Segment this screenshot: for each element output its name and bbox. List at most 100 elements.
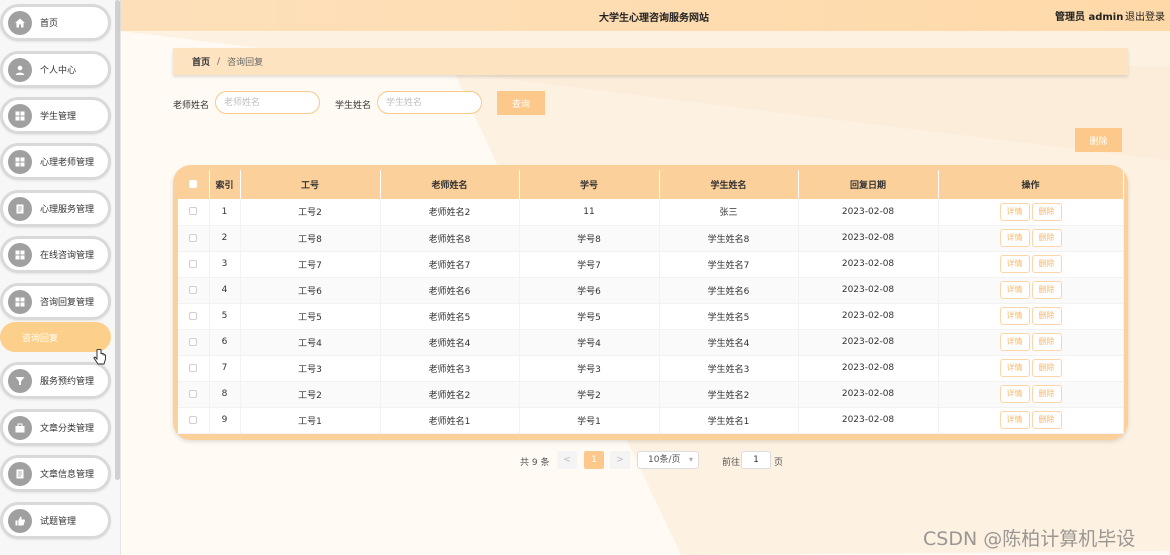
cell-student: 学生姓名3 [659, 355, 799, 382]
row-checkbox[interactable] [189, 363, 198, 372]
sidebar-item-2[interactable]: 学生管理 [0, 97, 111, 134]
row-actions: 详情 删除 [938, 225, 1124, 252]
pagination-prev-button[interactable]: < [557, 451, 577, 469]
detail-button[interactable]: 详情 [999, 411, 1030, 429]
sidebar-item-3[interactable]: 心理老师管理 [0, 143, 111, 180]
select-all-checkbox[interactable] [189, 180, 198, 188]
delete-button[interactable]: 删除 [1031, 307, 1062, 325]
row-select-cell[interactable] [178, 303, 210, 330]
detail-button[interactable]: 详情 [999, 359, 1030, 377]
submenu-item-consult-reply[interactable]: 咨询回复 [0, 322, 111, 352]
sidebar-item-label: 咨询回复管理 [40, 298, 95, 308]
column-header: 索引 [209, 170, 241, 199]
query-button[interactable]: 查询 [497, 91, 545, 115]
delete-button[interactable]: 删除 [1031, 411, 1062, 429]
row-select-cell[interactable] [178, 381, 210, 408]
teacher-name-input[interactable] [215, 91, 320, 114]
delete-button[interactable]: 删除 [1031, 255, 1062, 273]
delete-button[interactable]: 删除 [1031, 281, 1062, 299]
batch-delete-button[interactable]: 删除 [1075, 128, 1122, 152]
sidebar-item-4[interactable]: 心理服务管理 [0, 190, 111, 227]
cell-date: 2023-02-08 [798, 251, 939, 278]
detail-button[interactable]: 详情 [999, 307, 1030, 325]
detail-button[interactable]: 详情 [999, 385, 1030, 403]
row-select-cell[interactable] [178, 329, 210, 356]
cell-date: 2023-02-08 [798, 355, 939, 382]
delete-button[interactable]: 删除 [1031, 385, 1062, 403]
sidebar-item-label: 在线咨询管理 [40, 251, 95, 261]
cell-teacher: 老师姓名8 [380, 225, 520, 252]
column-header: 操作 [938, 170, 1124, 199]
cell-teacher: 老师姓名1 [380, 407, 520, 434]
breadcrumb-separator: / [217, 56, 221, 67]
sidebar-item-label: 个人中心 [40, 66, 77, 76]
sidebar-item-5[interactable]: 在线咨询管理 [0, 236, 111, 273]
pagination-goto-input[interactable]: 1 [741, 451, 771, 469]
student-name-input[interactable] [377, 91, 482, 114]
delete-button[interactable]: 删除 [1031, 333, 1062, 351]
select-all-cell[interactable] [178, 170, 210, 199]
pagination-goto-label: 前往 [722, 458, 741, 468]
delete-button[interactable]: 删除 [1031, 202, 1062, 221]
row-actions: 详情 删除 [938, 329, 1124, 356]
delete-button[interactable]: 删除 [1031, 229, 1062, 247]
row-checkbox[interactable] [189, 259, 198, 268]
sidebar-item-10[interactable]: 试题管理 [0, 502, 111, 539]
row-checkbox[interactable] [189, 285, 198, 294]
cell-teacher: 老师姓名4 [380, 329, 520, 356]
breadcrumb-home[interactable]: 首页 [192, 55, 210, 68]
table-row[interactable]: 8 工号2 老师姓名2 学号2 学生姓名2 2023-02-08 详情 删除 [178, 381, 1124, 408]
table-row[interactable]: 1 工号2 老师姓名2 11 张三 2023-02-08 详情 删除 [178, 199, 1124, 226]
breadcrumb: 首页 / 咨询回复 [173, 48, 1128, 75]
table-row[interactable]: 4 工号6 老师姓名6 学号6 学生姓名6 2023-02-08 详情 删除 [178, 277, 1124, 304]
detail-button[interactable]: 详情 [999, 202, 1030, 221]
table-row[interactable]: 9 工号1 老师姓名1 学号1 学生姓名1 2023-02-08 详情 删除 [178, 407, 1124, 434]
table-row[interactable]: 5 工号5 老师姓名5 学号5 学生姓名5 2023-02-08 详情 删除 [178, 303, 1124, 330]
pagination-next-button[interactable]: > [610, 451, 630, 469]
detail-button[interactable]: 详情 [999, 281, 1030, 299]
sidebar-item-1[interactable]: 个人中心 [0, 51, 111, 88]
sidebar-item-7[interactable]: 服务预约管理 [0, 362, 111, 399]
grid-icon [8, 242, 32, 267]
cell-index: 9 [209, 407, 241, 434]
row-actions: 详情 删除 [938, 199, 1124, 226]
cell-index: 4 [209, 277, 241, 304]
row-select-cell[interactable] [178, 355, 210, 382]
row-select-cell[interactable] [178, 225, 210, 252]
page-size-select[interactable]: 10条/页 ▾ [637, 451, 699, 469]
cell-job-no: 工号4 [240, 329, 381, 356]
logout-link[interactable]: 退出登录 [1125, 8, 1165, 23]
cell-student: 学生姓名1 [659, 407, 799, 434]
pagination-page-1[interactable]: 1 [584, 451, 604, 469]
detail-button[interactable]: 详情 [999, 255, 1030, 273]
row-select-cell[interactable] [178, 251, 210, 278]
row-checkbox[interactable] [189, 207, 198, 216]
delete-button[interactable]: 删除 [1031, 359, 1062, 377]
sidebar-scrollbar[interactable] [115, 0, 120, 480]
sidebar-item-9[interactable]: 文章信息管理 [0, 455, 111, 492]
row-actions: 详情 删除 [938, 277, 1124, 304]
cell-student: 学生姓名5 [659, 303, 799, 330]
cell-index: 3 [209, 251, 241, 278]
briefcase-icon [8, 415, 32, 440]
row-checkbox[interactable] [189, 233, 198, 242]
table-row[interactable]: 2 工号8 老师姓名8 学号8 学生姓名8 2023-02-08 详情 删除 [178, 225, 1124, 252]
sidebar-item-8[interactable]: 文章分类管理 [0, 409, 111, 446]
row-select-cell[interactable] [178, 407, 210, 434]
row-select-cell[interactable] [178, 199, 210, 226]
submenu-item-label: 咨询回复 [22, 333, 59, 344]
row-checkbox[interactable] [189, 415, 198, 424]
sidebar-item-6[interactable]: 咨询回复管理 [0, 283, 111, 320]
detail-button[interactable]: 详情 [999, 333, 1030, 351]
sidebar-item-label: 心理服务管理 [40, 205, 95, 215]
row-checkbox[interactable] [189, 389, 198, 398]
table-row[interactable]: 3 工号7 老师姓名7 学号7 学生姓名7 2023-02-08 详情 删除 [178, 251, 1124, 278]
row-select-cell[interactable] [178, 277, 210, 304]
row-checkbox[interactable] [189, 311, 198, 320]
table-row[interactable]: 6 工号4 老师姓名4 学号4 学生姓名4 2023-02-08 详情 删除 [178, 329, 1124, 356]
detail-button[interactable]: 详情 [999, 229, 1030, 247]
row-actions: 详情 删除 [938, 407, 1124, 434]
sidebar-item-0[interactable]: 首页 [0, 4, 111, 41]
row-checkbox[interactable] [189, 337, 198, 346]
table-row[interactable]: 7 工号3 老师姓名3 学号3 学生姓名3 2023-02-08 详情 删除 [178, 355, 1124, 382]
